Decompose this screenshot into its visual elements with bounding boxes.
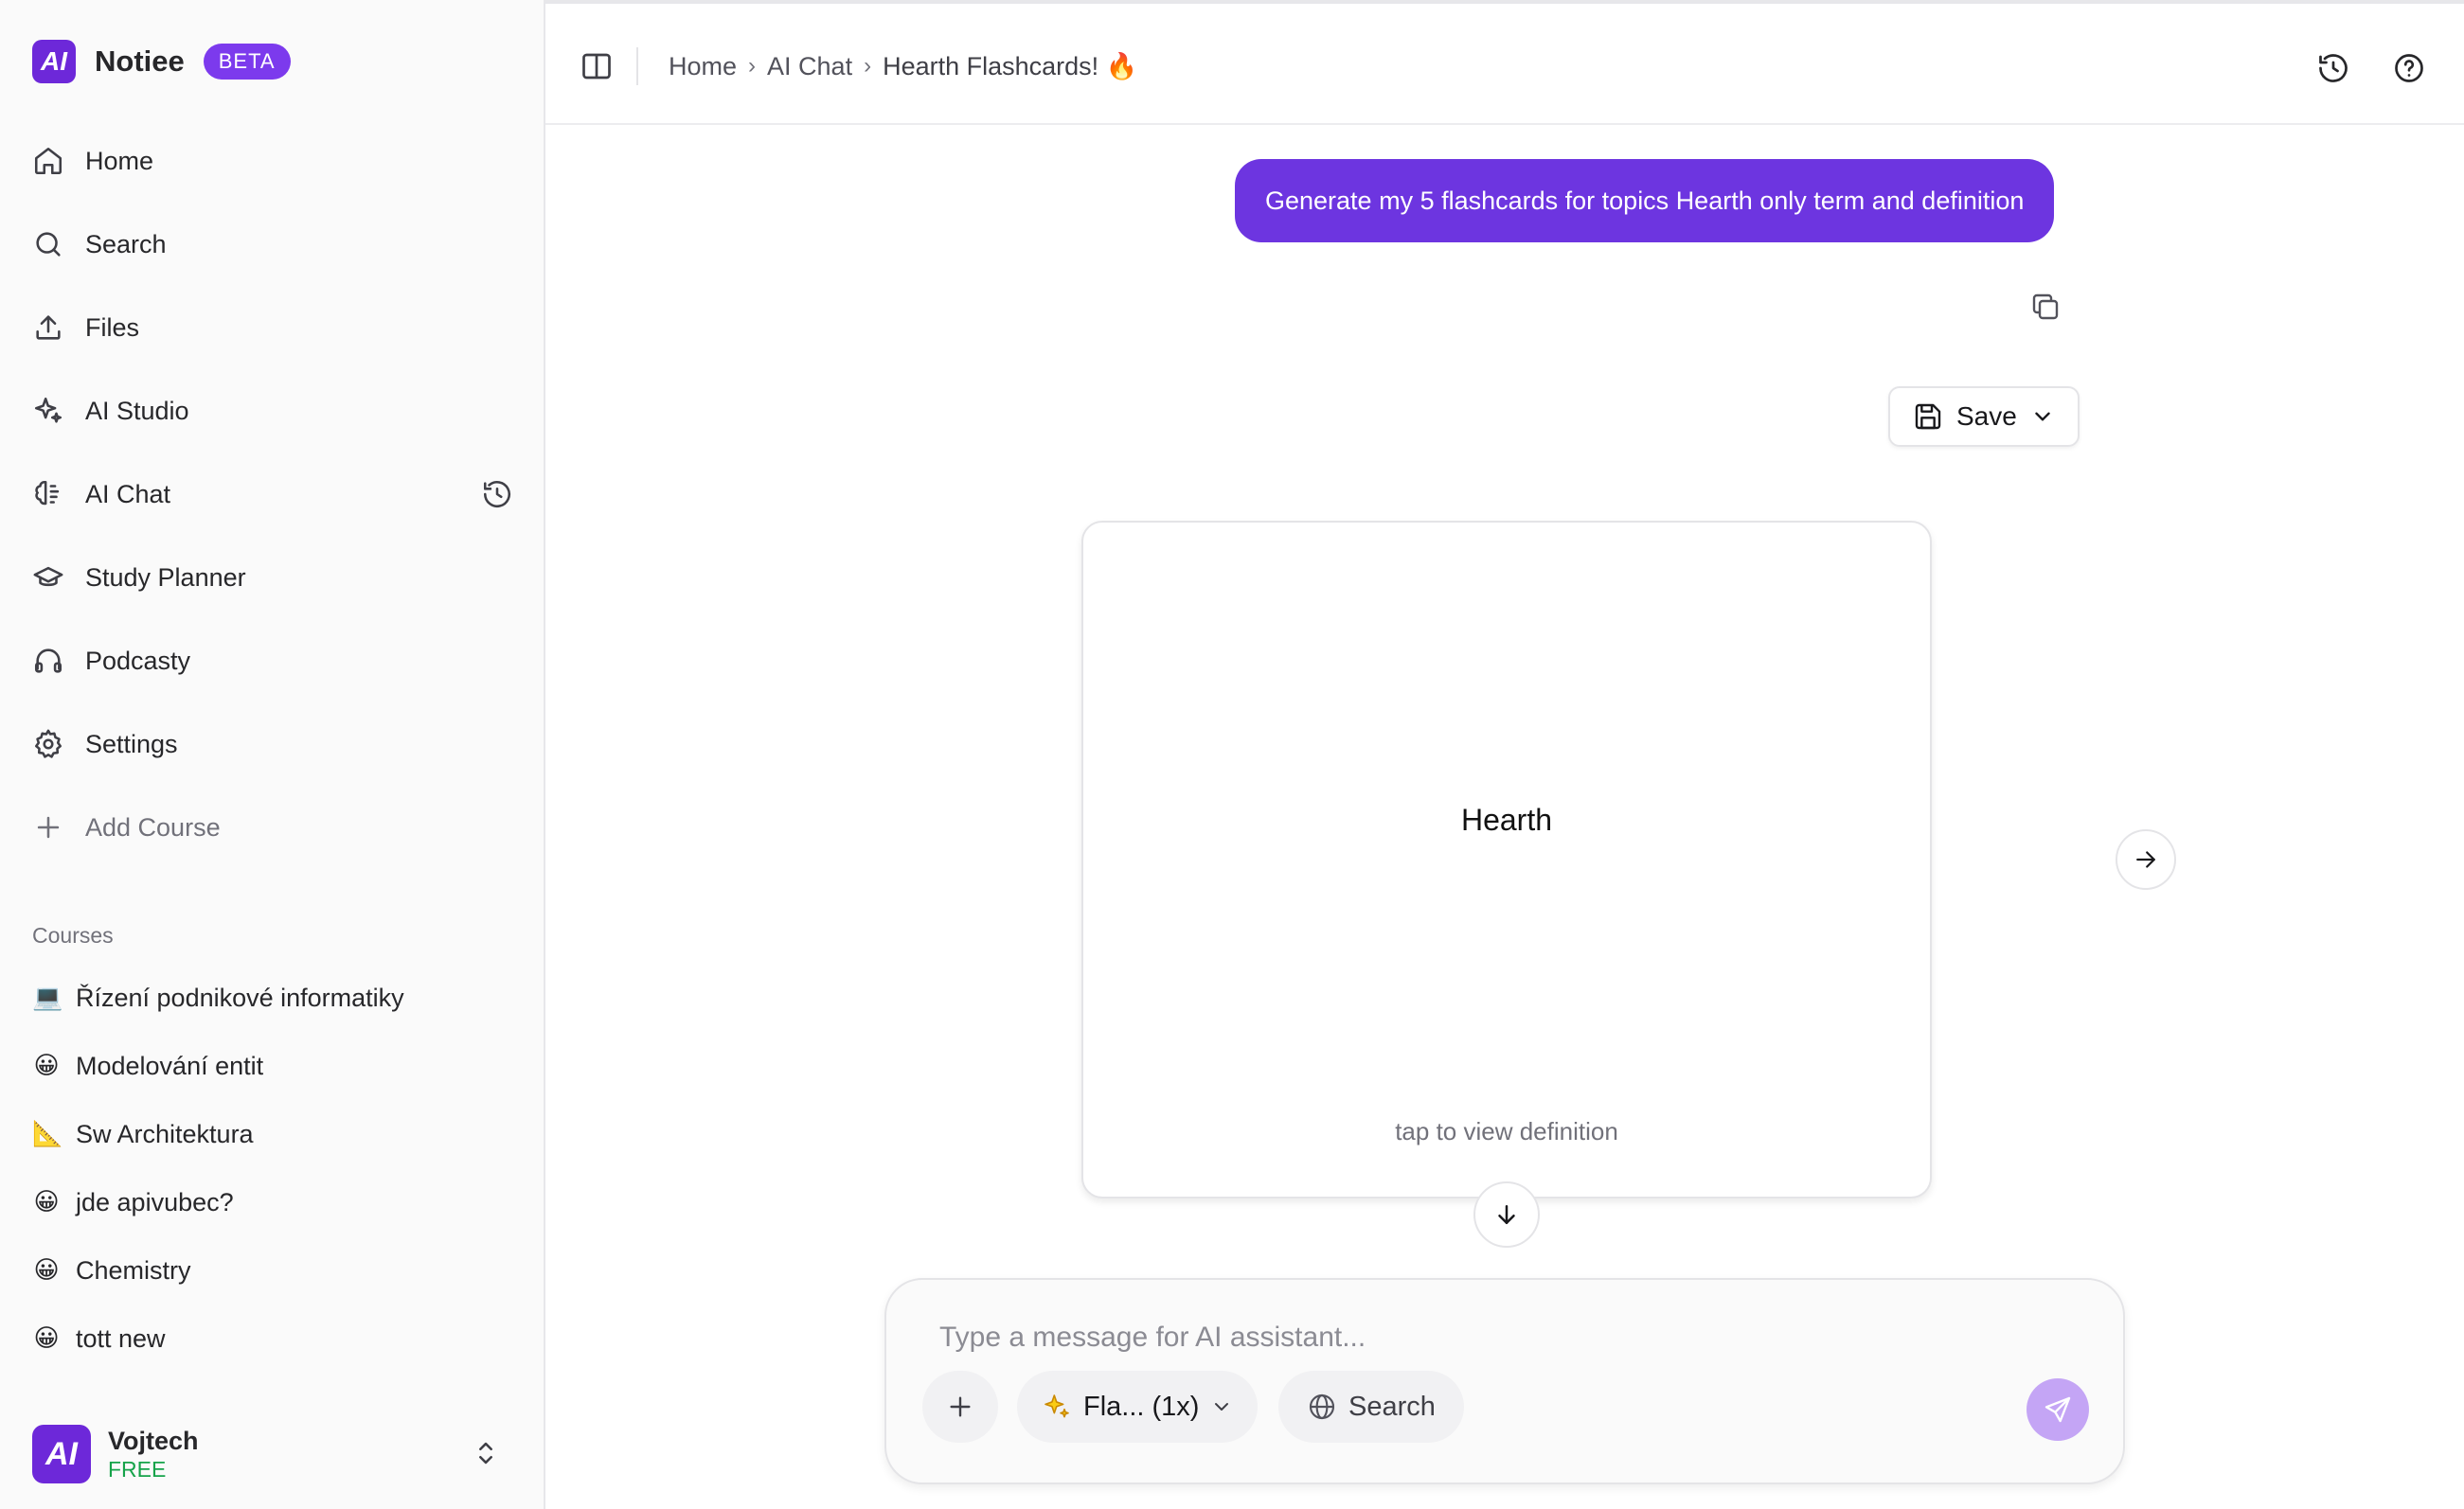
sparkles-icon xyxy=(34,397,62,423)
chevron-right-icon: › xyxy=(864,53,872,79)
top-bar: Home › AI Chat › Hearth Flashcards! 🔥 xyxy=(545,0,2464,125)
chevron-down-icon xyxy=(1215,1403,1229,1411)
message-composer: Fla... (1x) Search xyxy=(884,1278,2125,1484)
user-message-bubble: Generate my 5 flashcards for topics Hear… xyxy=(1235,159,2055,242)
search-icon xyxy=(36,232,61,257)
mode-selector[interactable]: Fla... (1x) xyxy=(1017,1371,1259,1443)
sidebar-item-home[interactable]: Home xyxy=(23,119,523,203)
course-emoji: 📐 xyxy=(32,1120,63,1148)
course-emoji: 💻 xyxy=(32,984,63,1012)
divider xyxy=(636,47,638,85)
courses-list: 💻 Řízení podnikové informatiky 😀 Modelov… xyxy=(23,964,523,1373)
help-icon[interactable] xyxy=(2392,51,2426,85)
plus-icon xyxy=(950,1396,971,1417)
user-info: Vojtech FREE xyxy=(108,1426,199,1482)
course-emoji: 😀 xyxy=(33,1052,60,1080)
course-label: jde apivubec? xyxy=(76,1187,234,1216)
message-input[interactable] xyxy=(937,1308,2059,1367)
sidebar-item-label: Podcasty xyxy=(85,646,191,675)
arrow-right-icon xyxy=(2136,851,2155,868)
copy-icon[interactable] xyxy=(2028,290,2062,324)
home-icon xyxy=(34,147,62,175)
attach-button[interactable] xyxy=(922,1371,998,1443)
plus-icon xyxy=(37,816,60,839)
course-emoji: 😀 xyxy=(33,1188,60,1216)
sidebar-item-ai-studio[interactable]: AI Studio xyxy=(23,369,523,453)
upload-icon xyxy=(36,315,61,340)
breadcrumb-home[interactable]: Home xyxy=(669,52,737,81)
save-button[interactable]: Save xyxy=(1888,386,2080,447)
sidebar-item-label: Add Course xyxy=(85,812,221,842)
sidebar-item-label: Home xyxy=(85,146,154,175)
course-label: tott new xyxy=(76,1323,166,1353)
beta-badge: BETA xyxy=(203,44,291,80)
course-label: Sw Architektura xyxy=(76,1119,254,1148)
avatar: AI xyxy=(32,1425,91,1483)
courses-section-label: Courses xyxy=(32,923,114,948)
sidebar: AI Notiee BETA Home Search Files AI Stud… xyxy=(0,0,545,1509)
next-card-button[interactable] xyxy=(2116,829,2176,890)
brand-name: Notiee xyxy=(95,44,185,78)
course-item[interactable]: 😀 Chemistry xyxy=(23,1236,523,1305)
sidebar-item-settings[interactable]: Settings xyxy=(23,702,523,786)
brain-icon xyxy=(35,480,60,506)
sidebar-item-label: Settings xyxy=(85,729,178,758)
brand[interactable]: AI Notiee BETA xyxy=(32,40,291,83)
mode-selector-label: Fla... (1x) xyxy=(1083,1391,1200,1422)
sidebar-item-label: Study Planner xyxy=(85,562,246,592)
user-name: Vojtech xyxy=(108,1427,199,1455)
sidebar-item-label: AI Studio xyxy=(85,396,189,425)
sparkles-icon xyxy=(1045,1394,1069,1418)
graduation-cap-icon xyxy=(33,566,63,587)
sidebar-item-ai-chat[interactable]: AI Chat xyxy=(23,453,523,536)
arrow-down-icon xyxy=(1498,1205,1515,1224)
user-menu[interactable]: AI Vojtech FREE xyxy=(32,1424,515,1484)
main-panel: Home › AI Chat › Hearth Flashcards! 🔥 Ge… xyxy=(545,0,2464,1509)
sidebar-item-study-planner[interactable]: Study Planner xyxy=(23,536,523,619)
course-item[interactable]: 💻 Řízení podnikové informatiky xyxy=(23,964,523,1032)
send-icon xyxy=(2044,1396,2071,1423)
save-button-label: Save xyxy=(1956,401,2017,431)
sidebar-item-add-course[interactable]: Add Course xyxy=(23,786,523,869)
sidebar-nav: Home Search Files AI Studio AI Chat Stud… xyxy=(23,119,523,869)
floppy-disk-icon xyxy=(1915,403,1941,430)
flashcard-hint: tap to view definition xyxy=(1395,1117,1618,1145)
web-search-toggle[interactable]: Search xyxy=(1278,1371,1464,1443)
scroll-down-button[interactable] xyxy=(1473,1181,1540,1248)
course-item[interactable]: 😀 Modelování entit xyxy=(23,1032,523,1100)
chevron-up-down-icon[interactable] xyxy=(470,1437,502,1469)
gear-icon xyxy=(34,729,62,758)
course-label: Chemistry xyxy=(76,1255,191,1285)
history-icon[interactable] xyxy=(2316,51,2350,85)
app-window: AI Notiee BETA Home Search Files AI Stud… xyxy=(0,0,2464,1509)
breadcrumb-current: Hearth Flashcards! 🔥 xyxy=(883,52,1138,80)
user-plan-badge: FREE xyxy=(108,1457,167,1482)
globe-icon xyxy=(1309,1394,1335,1420)
logo: AI xyxy=(32,40,76,83)
headphones-icon xyxy=(34,648,62,673)
chevron-right-icon: › xyxy=(748,53,757,79)
sidebar-item-files[interactable]: Files xyxy=(23,286,523,369)
course-label: Řízení podnikové informatiky xyxy=(76,983,404,1012)
breadcrumb: Home › AI Chat › Hearth Flashcards! 🔥 xyxy=(669,51,1137,81)
course-item[interactable]: 📐 Sw Architektura xyxy=(23,1100,523,1168)
sidebar-item-search[interactable]: Search xyxy=(23,203,523,286)
flashcard-term: Hearth xyxy=(1460,803,1553,837)
course-label: Modelování entit xyxy=(76,1051,264,1080)
sidebar-toggle-icon[interactable] xyxy=(580,49,614,83)
course-item[interactable]: 😀 jde apivubec? xyxy=(23,1168,523,1236)
breadcrumb-ai-chat[interactable]: AI Chat xyxy=(767,52,852,81)
course-item[interactable]: 😀 tott new xyxy=(23,1305,523,1373)
sidebar-item-podcasty[interactable]: Podcasty xyxy=(23,619,523,702)
sidebar-item-label: Search xyxy=(85,229,167,258)
web-search-label: Search xyxy=(1348,1391,1436,1422)
chevron-down-icon xyxy=(2035,412,2050,421)
course-emoji: 😀 xyxy=(33,1324,60,1353)
sidebar-item-label: AI Chat xyxy=(85,479,171,508)
send-button[interactable] xyxy=(2027,1378,2089,1441)
history-icon[interactable] xyxy=(481,478,513,510)
sidebar-item-label: Files xyxy=(85,312,140,342)
course-emoji: 😀 xyxy=(33,1256,60,1285)
flashcard[interactable]: Hearth tap to view definition xyxy=(1081,521,1932,1198)
